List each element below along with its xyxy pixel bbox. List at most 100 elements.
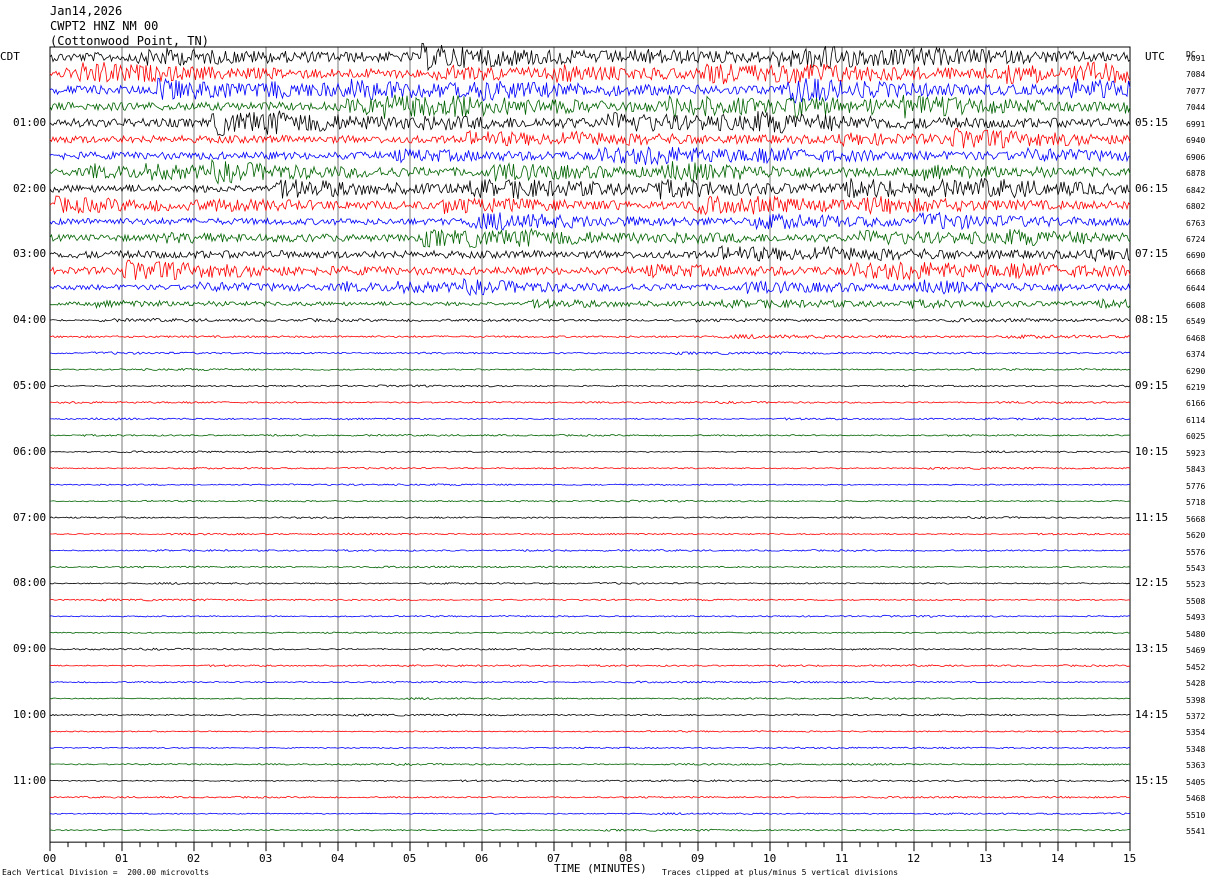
dc-offset-label: 6906 <box>1186 152 1206 162</box>
left-hour-label: 02:00 <box>13 181 47 195</box>
seismogram-plot <box>49 42 1131 852</box>
dc-offset-label: 5776 <box>1186 481 1206 491</box>
x-tick-label: 14 <box>1051 852 1065 866</box>
left-hour-label: 11:00 <box>13 773 47 787</box>
x-tick-label: 13 <box>979 852 993 866</box>
trace-43 <box>49 746 1131 750</box>
dc-offset-label: 5405 <box>1186 777 1206 787</box>
trace-41 <box>49 713 1131 717</box>
x-axis-title: TIME (MINUTES) <box>554 862 647 875</box>
dc-offset-label: 6374 <box>1186 350 1206 360</box>
dc-offset-label: 5348 <box>1186 744 1206 754</box>
right-hour-label: 12:15 <box>1135 576 1169 590</box>
dc-offset-label: 5480 <box>1186 629 1206 639</box>
dc-offset-label: 5668 <box>1186 514 1206 524</box>
dc-offset-label: 5354 <box>1186 728 1206 738</box>
dc-offset-label: 5372 <box>1186 712 1206 721</box>
dc-offset-label: 5923 <box>1186 448 1206 458</box>
x-tick-label: 02 <box>187 852 201 866</box>
left-hour-label: 04:00 <box>13 313 47 327</box>
dc-offset-label: 6724 <box>1186 234 1206 244</box>
trace-36 <box>49 631 1131 635</box>
dc-offset-label: 6468 <box>1186 333 1206 343</box>
dc-offset-label: 5468 <box>1186 794 1206 804</box>
x-tick-label: 04 <box>331 852 345 866</box>
dc-offset-label: 6114 <box>1186 415 1206 425</box>
dc-offset-label: 5398 <box>1186 695 1206 705</box>
left-hour-label: 03:00 <box>13 247 47 261</box>
left-hour-label: 09:00 <box>13 642 47 656</box>
x-tick-label: 11 <box>835 852 849 866</box>
dc-offset-label: 6690 <box>1186 251 1206 261</box>
x-tick-label: 05 <box>403 852 417 866</box>
trace-19 <box>50 351 1131 356</box>
trace-20 <box>49 367 1131 372</box>
trace-6 <box>49 128 1131 149</box>
right-hour-label: 13:15 <box>1135 642 1169 656</box>
dc-offset-label: 5543 <box>1186 563 1206 573</box>
dc-offset-label: 5508 <box>1186 596 1206 606</box>
trace-18 <box>50 333 1131 340</box>
trace-33 <box>49 581 1131 585</box>
dc-offset-label: 6025 <box>1186 432 1206 442</box>
trace-9 <box>49 177 1131 200</box>
dc-offset-label: 5523 <box>1186 580 1206 590</box>
dc-offset-label: 7084 <box>1186 70 1206 80</box>
right-hour-label: 08:15 <box>1135 313 1169 327</box>
trace-44 <box>49 762 1131 766</box>
x-tick-label: 01 <box>115 852 129 866</box>
trace-28 <box>49 499 1131 503</box>
trace-47 <box>49 812 1131 816</box>
dc-offset-label: 5718 <box>1186 498 1206 508</box>
trace-12 <box>49 227 1131 249</box>
dc-offset-label: 5452 <box>1186 662 1206 672</box>
trace-24 <box>49 433 1131 437</box>
trace-42 <box>49 730 1131 733</box>
left-hour-label: 10:00 <box>13 708 47 721</box>
dc-offset-label: 5493 <box>1186 613 1206 623</box>
trace-13 <box>49 245 1131 263</box>
trace-30 <box>50 532 1131 536</box>
trace-15 <box>49 277 1131 297</box>
trace-22 <box>49 400 1131 405</box>
dc-offset-label: 7077 <box>1186 86 1206 96</box>
trace-8 <box>49 158 1131 185</box>
dc-offset-label: 6668 <box>1186 267 1206 277</box>
trace-14 <box>49 259 1131 281</box>
trace-31 <box>49 549 1131 553</box>
dc-offset-label: 6940 <box>1186 136 1206 146</box>
dc-offset-label: 6878 <box>1186 169 1206 179</box>
x-tick-label: 06 <box>475 852 489 866</box>
trace-3 <box>49 77 1131 104</box>
trace-48 <box>49 828 1131 832</box>
left-hour-label: 01:00 <box>13 115 47 129</box>
left-hour-label: 08:00 <box>13 576 47 590</box>
x-tick-label: 00 <box>43 852 57 866</box>
trace-11 <box>49 211 1131 231</box>
dc-offset-label: 6763 <box>1186 218 1206 228</box>
right-hour-label: 06:15 <box>1135 181 1169 195</box>
dc-offset-label: 5363 <box>1186 761 1206 771</box>
dc-offset-label: 6991 <box>1186 119 1206 129</box>
trace-17 <box>49 317 1131 323</box>
plot-frame <box>49 46 1131 843</box>
dc-offset-label: 5469 <box>1186 646 1206 656</box>
right-hour-label: 14:15 <box>1135 708 1169 721</box>
dc-offset-label: 5576 <box>1186 547 1206 557</box>
dc-offset-label: 5843 <box>1186 465 1206 475</box>
trace-37 <box>49 647 1131 651</box>
trace-45 <box>49 779 1131 783</box>
trace-27 <box>49 483 1130 487</box>
left-hour-label: 06:00 <box>13 444 47 458</box>
trace-25 <box>49 450 1131 454</box>
dc-offset-label: 6644 <box>1186 284 1206 294</box>
scale-note: Each Vertical Division = 200.00 microvol… <box>2 868 210 877</box>
right-hour-label: 05:15 <box>1135 115 1169 129</box>
right-hour-label: 10:15 <box>1135 444 1169 458</box>
trace-2 <box>49 61 1131 85</box>
left-hour-label: 05:00 <box>13 379 47 392</box>
dc-offset-label: 5541 <box>1186 827 1206 837</box>
trace-38 <box>49 664 1131 668</box>
dc-offset-label: 6802 <box>1186 202 1206 212</box>
dc-offset-label: 7091 <box>1186 54 1206 63</box>
